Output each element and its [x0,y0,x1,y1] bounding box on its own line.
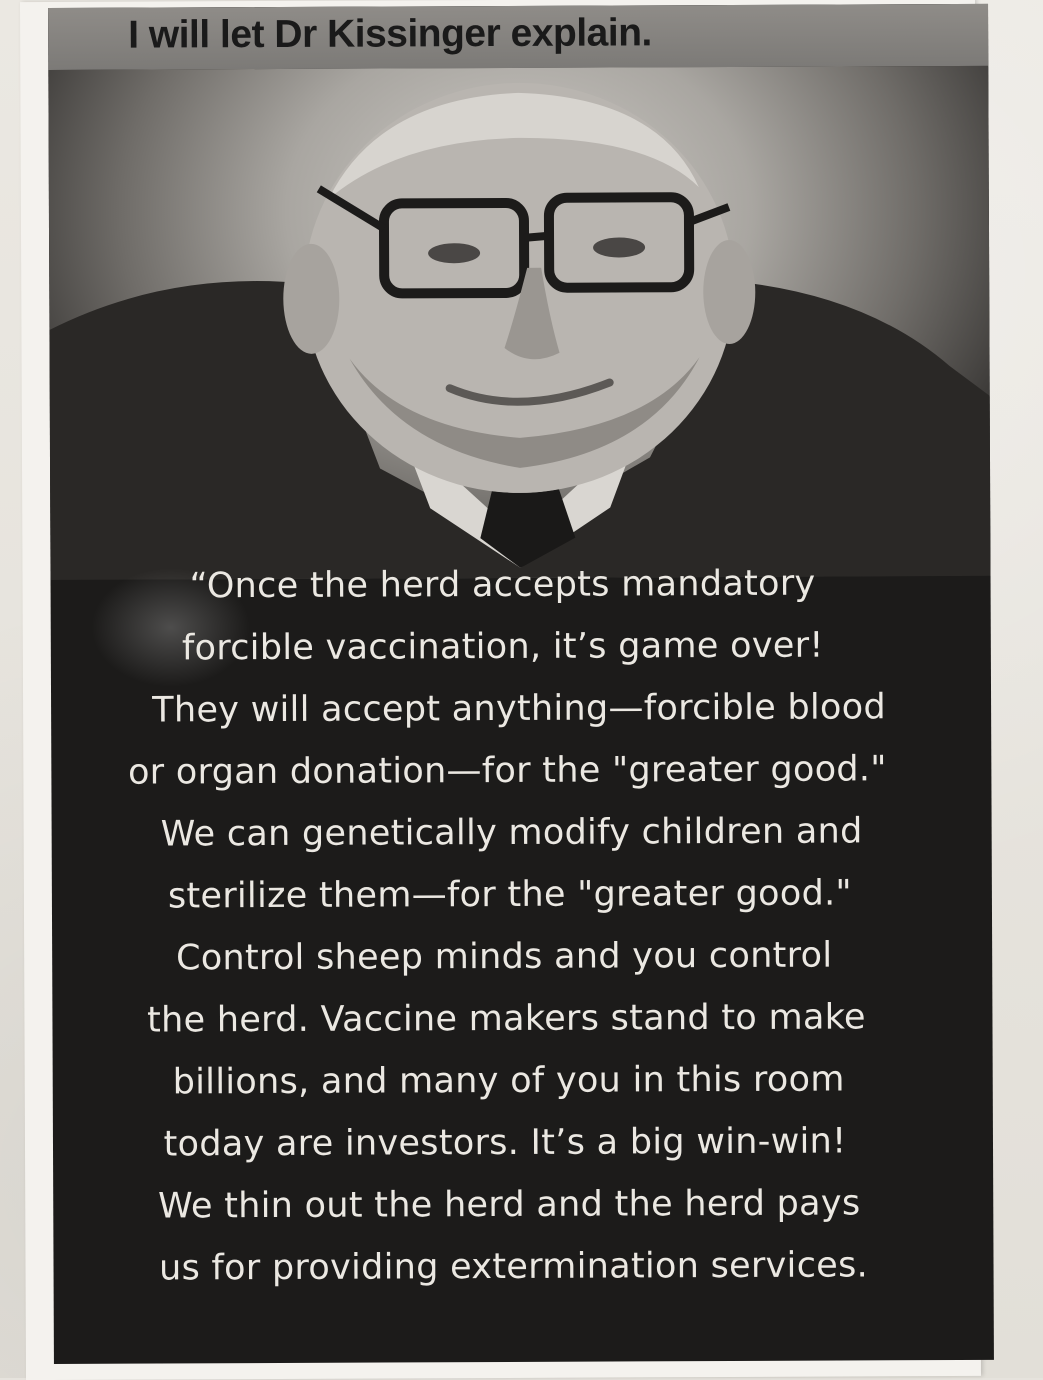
quote-line: Control sheep minds and you control [175,935,833,979]
quote-line: forcible vaccination, it’s game over! [181,625,824,669]
quote-line: us for providing extermination services. [158,1245,869,1289]
flyer-print-area: I will let Dr Kissinger explain. “Once t… [48,3,994,1364]
quote-line: billions, and many of you in this room [172,1059,845,1103]
headline: I will let Dr Kissinger explain. [128,11,652,57]
quote-text-block: “Once the herd accepts mandatory forcibl… [50,552,993,1300]
printed-sheet: I will let Dr Kissinger explain. “Once t… [20,0,994,1380]
quote-line: We can genetically modify children and [160,811,863,855]
quote-line: “Once the herd accepts mandatory [189,563,816,607]
headline-band: I will let Dr Kissinger explain. [48,3,989,70]
quote-line: sterilize them—for the "greater good." [167,873,852,917]
quote-line: or organ donation—for the "greater good.… [127,749,887,793]
quote-line: They will accept anything—forcible blood [152,687,887,731]
quote-line: the herd. Vaccine makers stand to make [146,997,866,1041]
quote-line: We thin out the herd and the herd pays [157,1183,861,1227]
portrait-illustration [49,82,991,580]
portrait-photo [48,65,991,580]
quote-line: today are investors. It’s a big win-win! [163,1121,847,1165]
